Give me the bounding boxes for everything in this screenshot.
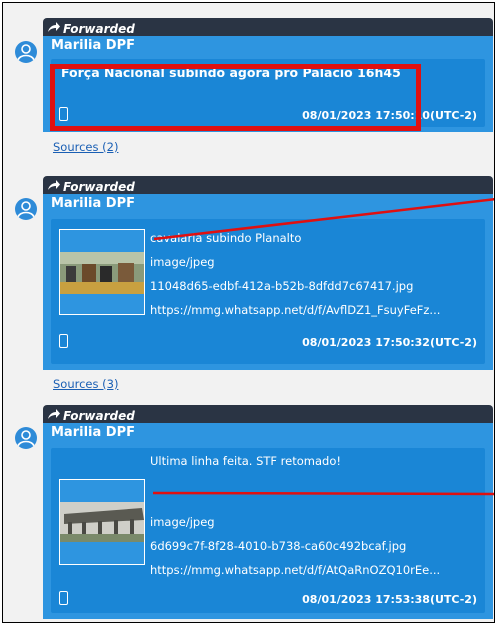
sender-name: Marilia DPF (51, 38, 135, 53)
image-mime-type: image/jpeg (150, 515, 215, 529)
forwarded-header: Forwarded (43, 18, 493, 36)
phone-icon (59, 334, 68, 348)
message-content: Ultima linha feita. STF retomado! image/… (51, 448, 485, 613)
forwarded-header: Forwarded (43, 405, 493, 423)
forwarded-header: Forwarded (43, 176, 493, 194)
sender-avatar-icon[interactable] (15, 41, 37, 63)
sender-avatar-icon[interactable] (15, 198, 37, 220)
image-thumbnail[interactable] (59, 479, 145, 565)
forwarded-label: Forwarded (63, 180, 135, 194)
image-thumbnail[interactable] (59, 229, 145, 315)
image-filename: 11048d65-edbf-412a-b52b-8dfdd7c67417.jpg (150, 279, 414, 293)
chat-panel: Forwarded Marilia DPF Força Nacional sub… (2, 2, 495, 623)
forwarded-label: Forwarded (63, 409, 135, 423)
image-caption: Ultima linha feita. STF retomado! (150, 454, 341, 468)
forward-arrow-icon (48, 22, 60, 32)
forward-arrow-icon (48, 409, 60, 419)
sender-avatar-icon[interactable] (15, 427, 37, 449)
image-filename: 6d699c7f-8f28-4010-b738-ca60c492bcaf.jpg (150, 539, 407, 553)
message-timestamp: 08/01/2023 17:53:38(UTC-2) (302, 593, 477, 606)
sender-name: Marilia DPF (51, 196, 135, 211)
message-bubble[interactable]: Marilia DPF Ultima linha feita. STF reto… (43, 423, 493, 619)
image-url[interactable]: https://mmg.whatsapp.net/d/f/AvflDZ1_Fsu… (150, 303, 476, 317)
forward-arrow-icon (48, 180, 60, 190)
image-mime-type: image/jpeg (150, 255, 215, 269)
message-content: cavalaria subindo Planalto image/jpeg 11… (51, 219, 485, 364)
message-bubble[interactable]: Marilia DPF cavalaria subindo Planalto i… (43, 194, 493, 370)
phone-icon (59, 591, 68, 605)
image-caption: cavalaria subindo Planalto (150, 231, 302, 245)
sources-link[interactable]: Sources (3) (53, 377, 118, 391)
forwarded-label: Forwarded (63, 22, 135, 36)
sender-name: Marilia DPF (51, 425, 135, 440)
image-url[interactable]: https://mmg.whatsapp.net/d/f/AtQaRnOZQ10… (150, 563, 476, 577)
message-timestamp: 08/01/2023 17:50:32(UTC-2) (302, 336, 477, 349)
sources-link[interactable]: Sources (2) (53, 140, 118, 154)
highlight-box (50, 64, 421, 131)
